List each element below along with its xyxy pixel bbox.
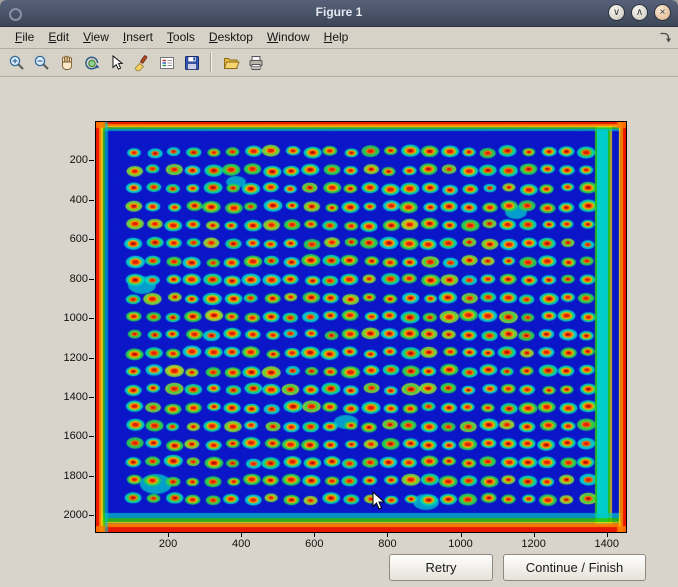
- y-tick-label: 1800: [46, 470, 88, 482]
- rotate-3d-button[interactable]: [80, 51, 103, 74]
- y-tick-mark: [89, 358, 94, 359]
- x-tick-label: 200: [146, 538, 190, 550]
- shade-button[interactable]: ∨: [608, 4, 625, 21]
- open-folder-icon: [222, 54, 240, 72]
- continue-finish-button[interactable]: Continue / Finish: [503, 554, 646, 581]
- undock-arrow-icon[interactable]: [658, 31, 671, 49]
- y-tick-label: 200: [46, 154, 88, 166]
- print-icon: [247, 54, 265, 72]
- titlebar[interactable]: Figure 1 ∨ ∧ ×: [0, 0, 678, 27]
- brush-icon: [133, 54, 151, 72]
- y-tick-label: 1600: [46, 430, 88, 442]
- y-tick-mark: [89, 476, 94, 477]
- y-tick-label: 2000: [46, 509, 88, 521]
- x-tick-label: 400: [219, 538, 263, 550]
- menu-tools[interactable]: Tools: [160, 28, 202, 47]
- y-tick-mark: [89, 160, 94, 161]
- y-tick-label: 600: [46, 233, 88, 245]
- data-cursor-icon: [108, 54, 126, 72]
- y-tick-mark: [89, 397, 94, 398]
- menu-insert[interactable]: Insert: [116, 28, 160, 47]
- menu-window[interactable]: Window: [260, 28, 317, 47]
- y-tick-label: 1400: [46, 391, 88, 403]
- x-tick-mark: [534, 533, 535, 537]
- figure-canvas-area: Retry Continue / Finish 200 400 600 800 1000…: [0, 77, 678, 587]
- x-tick-label: 600: [292, 538, 336, 550]
- retry-button[interactable]: Retry: [389, 554, 493, 581]
- x-tick-mark: [314, 533, 315, 537]
- y-tick-mark: [89, 515, 94, 516]
- menu-edit[interactable]: Edit: [41, 28, 76, 47]
- x-tick-label: 1400: [585, 538, 629, 550]
- zoom-in-button[interactable]: [5, 51, 28, 74]
- open-button[interactable]: [219, 51, 242, 74]
- menu-desktop[interactable]: Desktop: [202, 28, 260, 47]
- insert-legend-button[interactable]: [155, 51, 178, 74]
- x-tick-label: 1200: [512, 538, 556, 550]
- figure-window: Figure 1 ∨ ∧ × File Edit View Insert Too…: [0, 0, 678, 587]
- y-tick-mark: [89, 436, 94, 437]
- y-tick-mark: [89, 318, 94, 319]
- insert-legend-icon: [158, 54, 176, 72]
- data-cursor-button[interactable]: [105, 51, 128, 74]
- y-tick-mark: [89, 200, 94, 201]
- y-tick-label: 1200: [46, 352, 88, 364]
- maximize-button[interactable]: ∧: [631, 4, 648, 21]
- pan-hand-icon: [58, 54, 76, 72]
- figure-toolbar: [0, 49, 678, 77]
- save-button[interactable]: [180, 51, 203, 74]
- window-title: Figure 1: [0, 5, 678, 19]
- x-tick-mark: [607, 533, 608, 537]
- x-tick-label: 800: [365, 538, 409, 550]
- close-button[interactable]: ×: [654, 4, 671, 21]
- x-tick-mark: [241, 533, 242, 537]
- print-button[interactable]: [244, 51, 267, 74]
- plate-image-plot[interactable]: [95, 121, 627, 533]
- y-tick-label: 1000: [46, 312, 88, 324]
- pan-button[interactable]: [55, 51, 78, 74]
- menu-view[interactable]: View: [76, 28, 116, 47]
- zoom-out-button[interactable]: [30, 51, 53, 74]
- y-tick-mark: [89, 239, 94, 240]
- y-tick-label: 400: [46, 194, 88, 206]
- rotate-3d-icon: [83, 54, 101, 72]
- menu-file[interactable]: File: [8, 28, 41, 47]
- y-tick-mark: [89, 279, 94, 280]
- zoom-in-icon: [8, 54, 26, 72]
- toolbar-separator: [210, 53, 212, 72]
- x-tick-mark: [168, 533, 169, 537]
- zoom-out-icon: [33, 54, 51, 72]
- y-tick-label: 800: [46, 273, 88, 285]
- x-tick-mark: [461, 533, 462, 537]
- brush-button[interactable]: [130, 51, 153, 74]
- menu-help[interactable]: Help: [317, 28, 356, 47]
- menubar: File Edit View Insert Tools Desktop Wind…: [0, 27, 678, 49]
- x-tick-mark: [387, 533, 388, 537]
- save-icon: [183, 54, 201, 72]
- x-tick-label: 1000: [439, 538, 483, 550]
